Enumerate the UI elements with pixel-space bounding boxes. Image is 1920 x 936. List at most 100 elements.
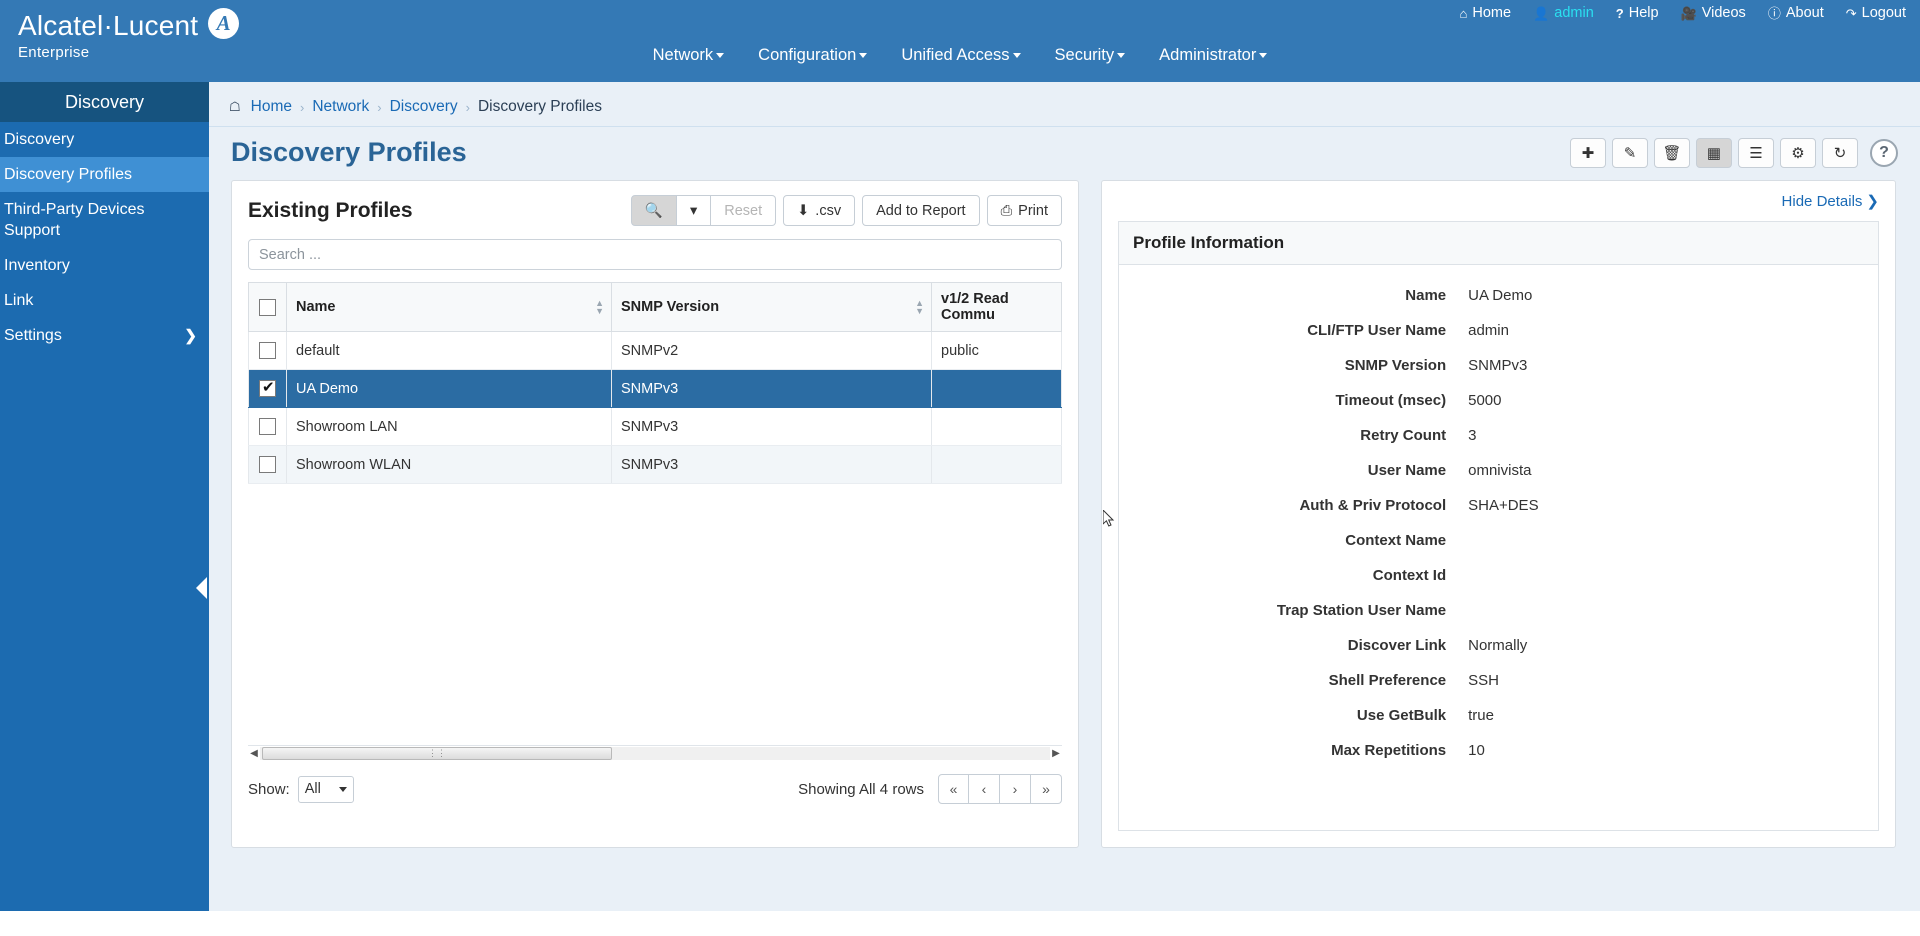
filter-icon: ▾ [690, 203, 697, 219]
pager-right: Showing All 4 rows « ‹ › » [798, 774, 1062, 804]
column-header-name[interactable]: Name ▲▼ [287, 283, 612, 332]
hide-details-label: Hide Details [1782, 193, 1863, 210]
nav-network[interactable]: Network [653, 46, 725, 65]
column-header-name-label: Name [296, 299, 336, 315]
util-logout[interactable]: ↷ Logout [1846, 5, 1906, 21]
field-user-name: User Name omnivista [1119, 453, 1878, 488]
help-button[interactable]: ? [1870, 139, 1898, 167]
brand-name: Alcatel·Lucent [18, 11, 198, 41]
column-header-read-community-label: v1/2 Read Commu [941, 291, 1009, 323]
sidebar-item-link[interactable]: Link [0, 283, 209, 318]
rows-count-label: Showing All 4 rows [798, 781, 924, 798]
main-content: ☖ Home › Network › Discovery › Discovery… [209, 82, 1920, 911]
breadcrumb-network[interactable]: Network [312, 98, 369, 116]
table-horizontal-scrollbar[interactable]: ◀ ⋮⋮ ▶ [248, 745, 1062, 760]
util-help[interactable]: ? Help [1616, 5, 1659, 21]
field-label: Trap Station User Name [1119, 602, 1468, 619]
row-checkbox[interactable] [259, 456, 276, 473]
util-admin[interactable]: 👤 admin [1533, 5, 1594, 21]
scrollbar-track[interactable]: ⋮⋮ [260, 747, 1050, 760]
field-shell-preference: Shell Preference SSH [1119, 663, 1878, 698]
scrollbar-thumb[interactable]: ⋮⋮ [262, 747, 612, 760]
row-snmp-version: SNMPv3 [612, 370, 932, 408]
next-page-button[interactable]: › [1000, 774, 1031, 804]
reset-button[interactable]: Reset [711, 195, 776, 226]
hide-details-button[interactable]: Hide Details ❯ [1782, 192, 1879, 210]
field-auth-priv-protocol: Auth & Priv Protocol SHA+DES [1119, 488, 1878, 523]
breadcrumb-discovery[interactable]: Discovery [390, 98, 458, 116]
field-value: Normally [1468, 637, 1527, 654]
table-row[interactable]: default SNMPv2 public [249, 332, 1062, 370]
table-row[interactable]: UA Demo SNMPv3 [249, 370, 1062, 408]
util-home[interactable]: ⌂ Home [1460, 5, 1512, 21]
print-button[interactable]: ⎙ Print [987, 195, 1062, 226]
chevron-down-icon [716, 53, 724, 58]
nav-configuration[interactable]: Configuration [758, 46, 867, 65]
chevron-right-icon: ❯ [184, 325, 197, 346]
table-row[interactable]: Showroom LAN SNMPv3 [249, 408, 1062, 446]
scroll-right-icon[interactable]: ▶ [1050, 748, 1062, 759]
field-label: Context Name [1119, 532, 1468, 549]
column-header-snmp-version[interactable]: SNMP Version ▲▼ [612, 283, 932, 332]
row-name: default [287, 332, 612, 370]
page-header: Discovery Profiles ✚ ✎ 🗑 ▦ ☰ ⚙ ↻ ? [209, 127, 1920, 168]
util-about[interactable]: ⓘ About [1768, 5, 1824, 21]
search-input[interactable]: Search ... [248, 239, 1062, 270]
printer-icon: ⎙ [1001, 203, 1013, 219]
rows-per-page-select[interactable]: All [298, 776, 354, 803]
table-header-row: Name ▲▼ SNMP Version ▲▼ v1/2 Read Commu [249, 283, 1062, 332]
nav-security[interactable]: Security [1055, 46, 1126, 65]
sidebar-collapse-handle[interactable] [196, 577, 207, 599]
nav-unified-access[interactable]: Unified Access [901, 46, 1020, 65]
prev-page-button[interactable]: ‹ [969, 774, 1000, 804]
add-button[interactable]: ✚ [1570, 138, 1606, 168]
video-icon: 🎥 [1681, 7, 1697, 20]
main-nav: Network Configuration Unified Access Sec… [0, 46, 1920, 65]
last-page-button[interactable]: » [1031, 774, 1062, 804]
sidebar-item-discovery-profiles[interactable]: Discovery Profiles [0, 157, 209, 192]
row-checkbox[interactable] [259, 418, 276, 435]
table-view-button[interactable]: ▦ [1696, 138, 1732, 168]
row-select-cell [249, 408, 287, 446]
profiles-table: Name ▲▼ SNMP Version ▲▼ v1/2 Read Commu [248, 282, 1062, 484]
column-header-snmp-version-label: SNMP Version [621, 299, 719, 315]
edit-button[interactable]: ✎ [1612, 138, 1648, 168]
row-checkbox[interactable] [259, 342, 276, 359]
sidebar-item-inventory[interactable]: Inventory [0, 248, 209, 283]
breadcrumb: ☖ Home › Network › Discovery › Discovery… [209, 82, 1920, 127]
refresh-button[interactable]: ↻ [1822, 138, 1858, 168]
sidebar-item-third-party-devices-support[interactable]: Third-Party Devices Support [0, 192, 209, 248]
app-header: Alcatel·Lucent A Enterprise ⌂ Home 👤 adm… [0, 0, 1920, 82]
breadcrumb-separator: › [466, 100, 470, 115]
list-view-button[interactable]: ☰ [1738, 138, 1774, 168]
delete-button[interactable]: 🗑 [1654, 138, 1690, 168]
plus-icon: ✚ [1582, 144, 1595, 162]
first-page-button[interactable]: « [938, 774, 969, 804]
settings-button[interactable]: ⚙ [1780, 138, 1816, 168]
row-snmp-version: SNMPv3 [612, 446, 932, 484]
select-all-checkbox[interactable] [259, 299, 276, 316]
scroll-left-icon[interactable]: ◀ [248, 748, 260, 759]
user-icon: 👤 [1533, 7, 1549, 20]
util-videos[interactable]: 🎥 Videos [1681, 5, 1746, 21]
sidebar-item-discovery[interactable]: Discovery [0, 122, 209, 157]
export-csv-button[interactable]: ⬇ .csv [783, 195, 855, 226]
sidebar-item-label: Settings [4, 327, 62, 344]
home-icon: ☖ [229, 99, 241, 115]
page-toolbar: ✚ ✎ 🗑 ▦ ☰ ⚙ ↻ ? [1570, 138, 1898, 168]
field-value: UA Demo [1468, 287, 1532, 304]
table-row[interactable]: Showroom WLAN SNMPv3 [249, 446, 1062, 484]
column-header-read-community[interactable]: v1/2 Read Commu [932, 283, 1062, 332]
breadcrumb-home[interactable]: Home [251, 98, 292, 116]
search-toggle-button[interactable]: 🔍 [631, 195, 677, 226]
field-max-repetitions: Max Repetitions 10 [1119, 733, 1878, 768]
add-to-report-button[interactable]: Add to Report [862, 195, 979, 226]
nav-administrator[interactable]: Administrator [1159, 46, 1267, 65]
row-read-community [932, 446, 1062, 484]
field-label: Shell Preference [1119, 672, 1468, 689]
util-logout-label: Logout [1862, 5, 1906, 21]
filter-button[interactable]: ▾ [677, 195, 711, 226]
sidebar-title: Discovery [0, 82, 209, 122]
sidebar-item-settings[interactable]: Settings ❯ [0, 318, 209, 353]
row-checkbox[interactable] [259, 380, 276, 397]
